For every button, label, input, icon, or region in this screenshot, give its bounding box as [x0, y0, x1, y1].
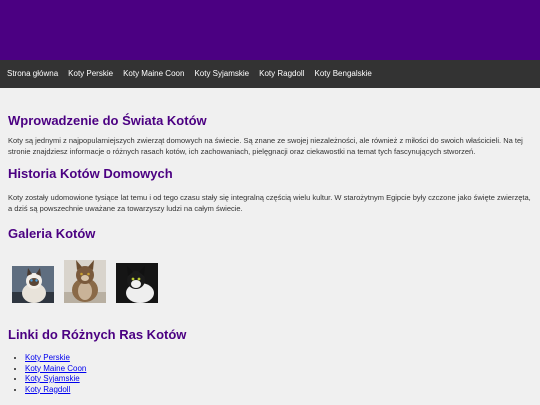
- nav-item-persian[interactable]: Koty Perskie: [63, 60, 118, 88]
- list-item: Koty Ragdoll: [25, 385, 532, 396]
- history-section: Historia Kotów Domowych Koty zostały udo…: [8, 157, 532, 214]
- gallery-heading: Galeria Kotów: [8, 226, 96, 241]
- breed-links-list: Koty Perskie Koty Maine Coon Koty Syjams…: [8, 353, 532, 395]
- link-maine-coon[interactable]: Koty Maine Coon: [25, 364, 86, 373]
- intro-section: Wprowadzenie do Świata Kotów Koty są jed…: [8, 88, 532, 157]
- nav-item-siamese[interactable]: Koty Syjamskie: [189, 60, 254, 88]
- nav-item-ragdoll[interactable]: Koty Ragdoll: [254, 60, 309, 88]
- cat-gallery: [8, 260, 532, 303]
- intro-paragraph: Koty są jednymi z najpopularniejszych zw…: [8, 136, 523, 156]
- nav-item-maine-coon[interactable]: Koty Maine Coon: [118, 60, 189, 88]
- main-navigation: Strona główna Koty Perskie Koty Maine Co…: [0, 60, 540, 88]
- links-section: Linki do Różnych Ras Kotów Koty Perskie …: [8, 303, 532, 395]
- cat-photo-ragdoll: [12, 266, 54, 303]
- intro-heading: Wprowadzenie do Świata Kotów: [8, 113, 207, 128]
- links-heading: Linki do Różnych Ras Kotów: [8, 327, 187, 342]
- link-persian[interactable]: Koty Perskie: [25, 353, 70, 362]
- cat-photo-black-white: [116, 263, 158, 303]
- cat-photo-maine-coon: [64, 260, 106, 303]
- link-siamese[interactable]: Koty Syjamskie: [25, 374, 80, 383]
- history-paragraph: Koty zostały udomowione tysiące lat temu…: [8, 193, 531, 213]
- list-item: Koty Perskie: [25, 353, 532, 364]
- link-ragdoll[interactable]: Koty Ragdoll: [25, 385, 70, 394]
- page-header-banner: [0, 0, 540, 60]
- nav-item-home[interactable]: Strona główna: [2, 60, 63, 88]
- list-item: Koty Maine Coon: [25, 364, 532, 375]
- main-content: Wprowadzenie do Świata Kotów Koty są jed…: [0, 88, 540, 395]
- gallery-section: Galeria Kotów: [8, 214, 532, 303]
- list-item: Koty Syjamskie: [25, 374, 532, 385]
- nav-item-bengal[interactable]: Koty Bengalskie: [309, 60, 376, 88]
- history-heading: Historia Kotów Domowych: [8, 166, 173, 181]
